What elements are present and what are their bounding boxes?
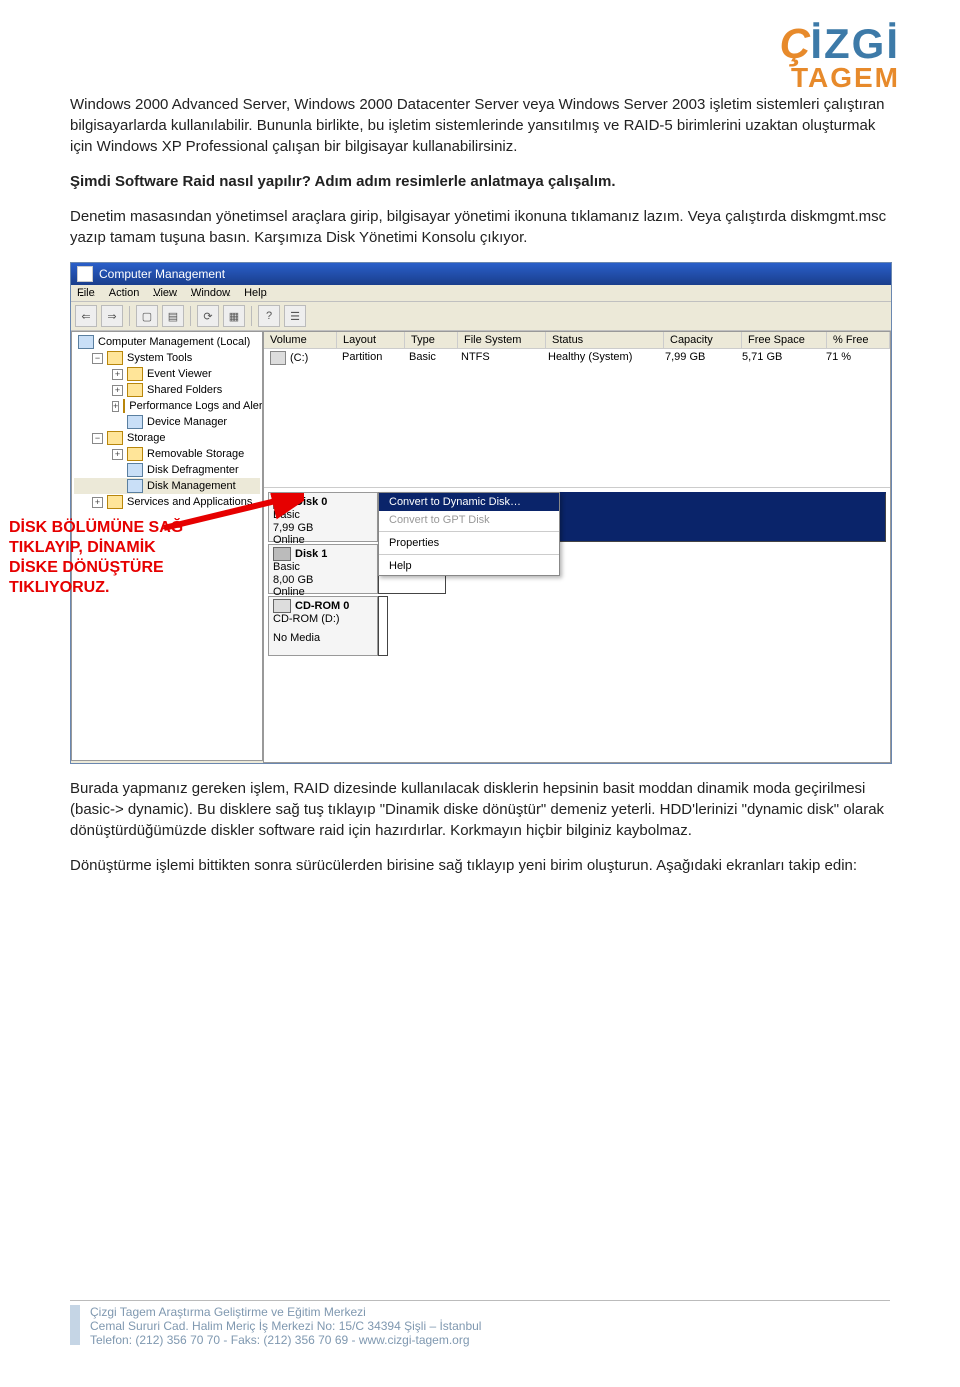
removable-icon xyxy=(127,447,143,461)
cdrom-row[interactable]: CD-ROM 0 CD-ROM (D:) No Media xyxy=(268,596,886,656)
ctx-convert-gpt: Convert to GPT Disk xyxy=(379,511,559,529)
storage-icon xyxy=(107,431,123,445)
forward-button[interactable]: ⇒ xyxy=(101,305,123,327)
window-titlebar: Computer Management xyxy=(71,263,891,285)
menu-file[interactable]: File xyxy=(77,287,95,299)
header-freespace[interactable]: Free Space xyxy=(742,332,827,348)
tree-system-tools[interactable]: −System Tools xyxy=(74,350,260,366)
disk1-label[interactable]: Disk 1 Basic 8,00 GB Online xyxy=(268,544,378,594)
window-title: Computer Management xyxy=(99,267,225,281)
help-button[interactable]: ? xyxy=(258,305,280,327)
back-button[interactable]: ⇐ xyxy=(75,305,97,327)
diskmgmt-icon xyxy=(127,479,143,493)
disk0-row[interactable]: Disk 0 Basic 7,99 GB Online Convert to D… xyxy=(268,492,886,542)
tree-storage[interactable]: −Storage xyxy=(74,430,260,446)
refresh-button[interactable]: ⟳ xyxy=(197,305,219,327)
tree-device-manager[interactable]: Device Manager xyxy=(74,414,260,430)
tree-shared-folders[interactable]: +Shared Folders xyxy=(74,382,260,398)
content-panel: Volume Layout Type File System Status Ca… xyxy=(263,331,891,763)
ctx-help[interactable]: Help xyxy=(379,557,559,575)
header-layout[interactable]: Layout xyxy=(337,332,405,348)
cdrom-icon xyxy=(273,599,291,613)
menu-action[interactable]: Action xyxy=(109,287,140,299)
header-volume[interactable]: Volume xyxy=(264,332,337,348)
volume-headers: Volume Layout Type File System Status Ca… xyxy=(264,332,890,349)
ctx-convert-dynamic[interactable]: Convert to Dynamic Disk… xyxy=(379,493,559,511)
menu-help[interactable]: Help xyxy=(244,287,267,299)
footer-link[interactable]: www.cizgi-tagem.org xyxy=(359,1333,470,1347)
tree-perf-logs[interactable]: +Performance Logs and Alerts xyxy=(74,398,260,414)
computer-management-window: Computer Management File Action View Win… xyxy=(70,262,892,764)
export-button[interactable]: ▦ xyxy=(223,305,245,327)
perf-icon xyxy=(123,399,125,413)
context-menu: Convert to Dynamic Disk… Convert to GPT … xyxy=(378,492,560,576)
view-button[interactable]: ☰ xyxy=(284,305,306,327)
page-footer: Çizgi Tagem Araştırma Geliştirme ve Eğit… xyxy=(70,1300,890,1347)
paragraph-3: Denetim masasından yönetimsel araçlara g… xyxy=(70,206,890,248)
defrag-icon xyxy=(127,463,143,477)
disk-layout-panel: Disk 0 Basic 7,99 GB Online Convert to D… xyxy=(264,487,890,762)
menu-window[interactable]: Window xyxy=(191,287,230,299)
footer-org: Çizgi Tagem Araştırma Geliştirme ve Eğit… xyxy=(90,1305,481,1319)
services-icon xyxy=(107,495,123,509)
tree-defrag[interactable]: Disk Defragmenter xyxy=(74,462,260,478)
properties-button[interactable]: ▤ xyxy=(162,305,184,327)
menubar: File Action View Window Help xyxy=(71,285,891,302)
tree-root[interactable]: Computer Management (Local) xyxy=(74,334,260,350)
disk1-row[interactable]: Disk 1 Basic 8,00 GB Online 8,00 GB Unal… xyxy=(268,544,886,594)
folder-icon xyxy=(127,383,143,397)
annotation-arrow-icon xyxy=(154,493,304,533)
header-status[interactable]: Status xyxy=(546,332,664,348)
device-icon xyxy=(127,415,143,429)
tree-removable[interactable]: +Removable Storage xyxy=(74,446,260,462)
cdrom-label[interactable]: CD-ROM 0 CD-ROM (D:) No Media xyxy=(268,596,378,656)
footer-decor-icon xyxy=(70,1305,80,1345)
header-type[interactable]: Type xyxy=(405,332,458,348)
event-icon xyxy=(127,367,143,381)
cdrom-partition xyxy=(378,596,388,656)
disk-icon xyxy=(273,547,291,561)
header-capacity[interactable]: Capacity xyxy=(664,332,742,348)
app-icon xyxy=(77,266,93,282)
tree-disk-management[interactable]: Disk Management xyxy=(74,478,260,494)
tree-event-viewer[interactable]: +Event Viewer xyxy=(74,366,260,382)
menu-view[interactable]: View xyxy=(153,287,177,299)
footer-contact: Telefon: (212) 356 70 70 - Faks: (212) 3… xyxy=(90,1333,481,1347)
volume-row-c[interactable]: (C:) Partition Basic NTFS Healthy (Syste… xyxy=(264,349,890,367)
paragraph-5: Dönüştürme işlemi bittikten sonra sürücü… xyxy=(70,855,890,876)
ctx-properties[interactable]: Properties xyxy=(379,534,559,552)
paragraph-2: Şimdi Software Raid nasıl yapılır? Adım … xyxy=(70,171,890,192)
paragraph-1: Windows 2000 Advanced Server, Windows 20… xyxy=(70,94,890,157)
header-filesystem[interactable]: File System xyxy=(458,332,546,348)
footer-address: Cemal Sururi Cad. Halim Meriç İş Merkezi… xyxy=(90,1319,481,1333)
volume-icon xyxy=(270,351,286,365)
paragraph-4: Burada yapmanız gereken işlem, RAID dize… xyxy=(70,778,890,841)
computer-icon xyxy=(78,335,94,349)
up-button[interactable]: ▢ xyxy=(136,305,158,327)
brand-logo: ÇİZGİ TAGEM xyxy=(780,20,900,94)
toolbar: ⇐ ⇒ ▢ ▤ ⟳ ▦ ? ☰ xyxy=(71,302,891,331)
header-pctfree[interactable]: % Free xyxy=(827,332,890,348)
tools-icon xyxy=(107,351,123,365)
